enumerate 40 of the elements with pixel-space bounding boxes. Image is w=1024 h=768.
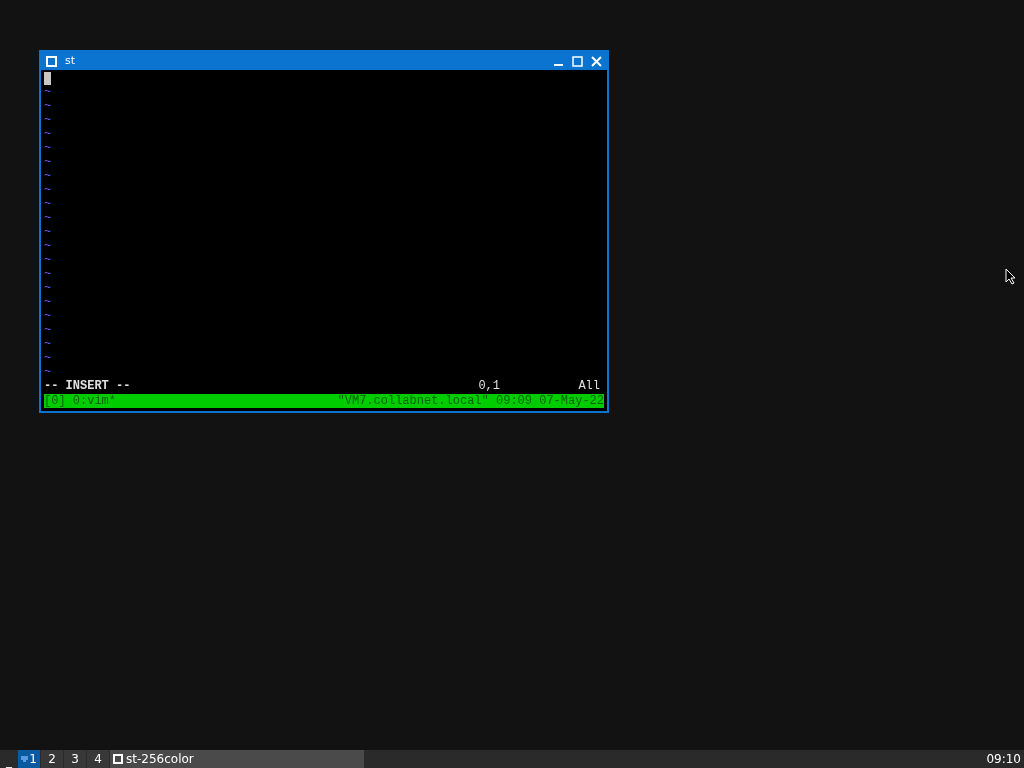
empty-line-marker: ~ <box>44 183 52 197</box>
empty-line-marker: ~ <box>44 323 52 337</box>
empty-line-marker: ~ <box>44 239 52 253</box>
window-icon <box>113 754 123 764</box>
empty-line-marker: ~ <box>44 99 52 113</box>
empty-line-marker: ~ <box>44 309 52 323</box>
maximize-icon[interactable] <box>572 55 583 67</box>
workspace-button[interactable]: 4 <box>87 750 109 768</box>
window-menu-icon[interactable] <box>46 55 57 67</box>
cursor-position: 0,1 <box>478 379 501 393</box>
tmux-host-time: "VM7.collabnet.local" 09:09 07-May-22 <box>337 394 604 408</box>
empty-line-marker: ~ <box>44 225 52 239</box>
empty-line-marker: ~ <box>44 337 52 351</box>
empty-line-marker: ~ <box>44 295 52 309</box>
task-button[interactable]: st-256color <box>110 750 364 768</box>
empty-line-marker: ~ <box>44 85 52 99</box>
empty-line-marker: ~ <box>44 197 52 211</box>
workspace-button[interactable]: 1 <box>18 750 40 768</box>
empty-line-marker: ~ <box>44 141 52 155</box>
vim-mode: -- INSERT -- <box>44 379 132 393</box>
empty-line-marker: ~ <box>44 267 52 281</box>
empty-line-marker: ~ <box>44 113 52 127</box>
empty-line-marker: ~ <box>44 155 52 169</box>
empty-line-marker: ~ <box>44 253 52 267</box>
empty-line-marker: ~ <box>44 127 52 141</box>
empty-line-marker: ~ <box>44 169 52 183</box>
empty-line-marker: ~ <box>44 365 52 379</box>
empty-line-marker: ~ <box>44 211 52 225</box>
text-cursor <box>44 72 51 85</box>
clock: 09:10 <box>985 751 1022 768</box>
empty-line-marker: ~ <box>44 281 52 295</box>
layout-indicator[interactable]: _ <box>0 750 18 768</box>
scroll-position: All <box>578 379 600 393</box>
window-title: st <box>65 52 77 69</box>
close-icon[interactable] <box>591 55 602 67</box>
tmux-window-list: [0] 0:vim* <box>44 394 116 408</box>
empty-line-marker: ~ <box>44 351 52 365</box>
workspace-button[interactable]: 3 <box>64 750 86 768</box>
mouse-pointer-icon <box>1005 268 1016 285</box>
workspace-button[interactable]: 2 <box>41 750 63 768</box>
